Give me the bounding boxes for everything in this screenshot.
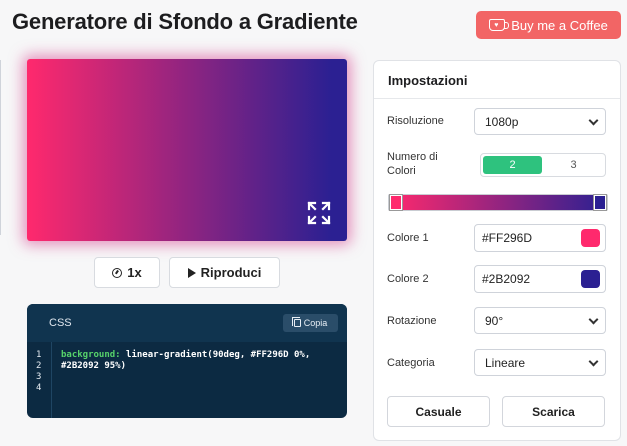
color-stop-2[interactable] (594, 195, 606, 210)
code-value-2: #2B2092 95%) (61, 361, 127, 371)
color2-value: #2B2092 (482, 272, 531, 286)
gradient-strip[interactable] (388, 194, 608, 211)
line-number: 1 (36, 350, 42, 360)
color2-label: Colore 2 (387, 273, 429, 285)
random-button[interactable]: Casuale (387, 396, 490, 427)
coffee-cup-icon: ♥ (489, 19, 510, 31)
rotation-value: 90° (485, 313, 504, 328)
play-icon (187, 267, 196, 278)
copy-icon (291, 317, 301, 327)
num-colors-label: Numero di Colori (387, 151, 438, 177)
code-editor[interactable]: 1 2 3 4 background: linear-gradient(90de… (27, 342, 347, 418)
gradient-preview (27, 59, 347, 241)
tab-css[interactable]: CSS (49, 317, 72, 329)
code-property: background: (61, 350, 121, 360)
settings-panel: Impostazioni Risoluzione 1080p Numero di… (373, 60, 621, 441)
left-edge-divider (0, 60, 1, 235)
line-gutter: 1 2 3 4 (27, 342, 52, 418)
chevron-down-icon (588, 356, 599, 367)
code-header: CSS Copia (27, 304, 347, 342)
num-colors-option-2[interactable]: 2 (483, 156, 542, 174)
line-number: 2 (36, 361, 42, 371)
chevron-down-icon (588, 314, 599, 325)
play-button[interactable]: Riproduci (169, 257, 280, 288)
css-code-panel: CSS Copia 1 2 3 4 background: linear-gra… (27, 304, 347, 418)
line-number: 4 (36, 383, 42, 393)
num-colors-toggle: 2 3 (480, 153, 606, 177)
color-stop-1[interactable] (390, 195, 402, 210)
resolution-label: Risoluzione (387, 115, 444, 127)
color2-input[interactable]: #2B2092 (474, 265, 606, 293)
play-label: Riproduci (200, 265, 262, 280)
category-select[interactable]: Lineare (474, 349, 606, 376)
settings-title: Impostazioni (388, 73, 468, 88)
chevron-down-icon (588, 115, 599, 126)
resolution-value: 1080p (485, 114, 519, 129)
code-value-1: linear-gradient(90deg, #FF296D 0%, (120, 350, 311, 360)
color1-label: Colore 1 (387, 232, 429, 244)
rotation-select[interactable]: 90° (474, 307, 606, 334)
buy-coffee-button[interactable]: ♥ Buy me a Coffee (476, 11, 621, 39)
speed-gauge-icon (112, 267, 123, 278)
resolution-select[interactable]: 1080p (474, 108, 606, 135)
settings-divider (374, 98, 620, 99)
page-title: Generatore di Sfondo a Gradiente (12, 9, 358, 34)
color1-input[interactable]: #FF296D (474, 224, 606, 252)
color1-value: #FF296D (482, 231, 533, 245)
copy-button[interactable]: Copia (283, 314, 338, 332)
copy-label: Copia (303, 318, 328, 328)
color1-swatch[interactable] (581, 229, 600, 247)
download-button[interactable]: Scarica (502, 396, 605, 427)
num-colors-option-3[interactable]: 3 (544, 156, 603, 174)
rotation-label: Rotazione (387, 315, 437, 327)
buy-coffee-label: Buy me a Coffee (511, 17, 608, 33)
line-number: 3 (36, 372, 42, 382)
fullscreen-icon[interactable] (307, 201, 331, 225)
speed-button[interactable]: 1x (94, 257, 160, 288)
category-label: Categoria (387, 357, 435, 369)
speed-label: 1x (127, 265, 142, 280)
category-value: Lineare (485, 355, 526, 370)
color2-swatch[interactable] (581, 270, 600, 288)
code-text: background: linear-gradient(90deg, #FF29… (61, 350, 341, 372)
